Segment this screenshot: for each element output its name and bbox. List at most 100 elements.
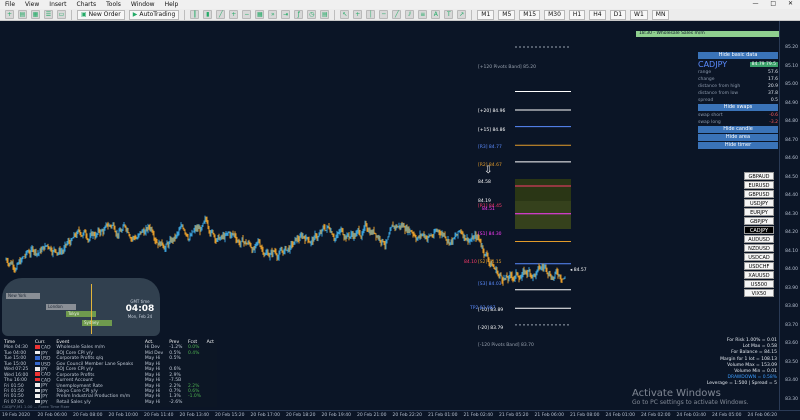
price-tick-label: 83.90	[785, 285, 798, 291]
cursor-icon[interactable]: ↖	[340, 10, 350, 19]
stat-value: 37.8	[767, 91, 778, 96]
bar-chart-icon[interactable]: ┃	[190, 10, 200, 19]
timeframe-mn[interactable]: MN	[651, 9, 670, 20]
pair-button-usdchf[interactable]: USDCHF	[744, 262, 774, 270]
calendar-cell-text: Corporate Profits	[56, 372, 95, 378]
pivot-level-label: [R3] 84.77	[478, 144, 502, 150]
timeframe-w1[interactable]: W1	[630, 9, 648, 20]
line-chart-icon[interactable]: ╱	[216, 10, 226, 19]
price-tick-label: 84.40	[785, 193, 798, 199]
time-scale[interactable]: 19 Feb 2020 20 Feb 06:00 20 Feb 08:00 20 Fe…	[0, 410, 800, 420]
target-zone-lower	[515, 201, 571, 229]
timeframe-m5[interactable]: M5	[498, 9, 516, 20]
toolbar-separator	[71, 9, 72, 20]
time-tick-label: 21 Feb 06:00	[534, 413, 565, 418]
calendar-cell-text: Current Account	[56, 378, 93, 384]
pair-button-usdcad[interactable]: USDCAD	[744, 253, 774, 261]
price-tick-label: 84.60	[785, 156, 798, 162]
menu-insert[interactable]: Insert	[44, 0, 71, 9]
timeframe-h4[interactable]: H4	[589, 9, 606, 20]
hide-candle-button[interactable]: Hide candle	[698, 126, 778, 133]
calendar-cell	[186, 400, 205, 405]
pair-button-eurjpy[interactable]: EURJPY	[744, 208, 774, 216]
price-tick-label: 85.10	[785, 63, 798, 69]
timeframe-m30[interactable]: M30	[544, 9, 565, 20]
timeframe-m1[interactable]: M1	[477, 9, 495, 20]
pair-button-xauusd[interactable]: XAUUSD	[744, 271, 774, 279]
timeframe-d1[interactable]: D1	[609, 9, 627, 20]
pair-button-nzdusd[interactable]: NZDUSD	[744, 244, 774, 252]
tile-windows-icon[interactable]: ▦	[255, 10, 265, 19]
hide-timer-button[interactable]: Hide timer	[698, 142, 778, 149]
menu-view[interactable]: View	[20, 0, 44, 9]
autotrading-icon: ▶	[132, 10, 138, 18]
pair-button-gbpjpy[interactable]: GBPJPY	[744, 217, 774, 225]
horizontal-line-icon[interactable]: ─	[379, 10, 389, 19]
price-tick-label: 84.50	[785, 174, 798, 180]
menu-charts[interactable]: Charts	[72, 0, 102, 9]
pair-button-gbpaud[interactable]: GBPAUD	[744, 172, 774, 180]
profiles-icon[interactable]: ▤	[18, 10, 27, 19]
new-order-button[interactable]: ▣ New Order	[77, 9, 125, 20]
chart-shift-icon[interactable]: ⇥	[281, 10, 291, 19]
menu-help[interactable]: Help	[160, 0, 184, 9]
hide-swaps-button[interactable]: Hide swaps	[698, 104, 778, 111]
pair-button-audusd[interactable]: AUDUSD	[744, 235, 774, 243]
autotrading-button[interactable]: ▶ AutoTrading	[128, 9, 180, 20]
terminal-icon[interactable]: ▭	[57, 10, 66, 19]
calendar-cell-text: Prelim Industrial Production m/m	[56, 394, 131, 400]
time-tick-label: 24 Feb 02:00	[641, 413, 671, 418]
indicators-icon[interactable]: ƒ	[294, 10, 304, 19]
time-tick-label: 20 Feb 21:00	[357, 413, 387, 418]
calendar-cell-text: JPY	[40, 383, 48, 389]
swap-value: -0.6	[769, 113, 778, 118]
window-controls[interactable]: — □ ✕	[752, 0, 798, 7]
calendar-cell-text: May Hi	[144, 367, 161, 373]
arrow-tool-icon[interactable]: ↗	[457, 10, 467, 19]
news-banner: 18:30 - Wholesale Sales m/m	[636, 31, 779, 37]
pair-button-usdjpy[interactable]: USDJPY	[744, 199, 774, 207]
trendline-icon[interactable]: ╱	[392, 10, 402, 19]
pair-button-us500[interactable]: US500	[744, 280, 774, 288]
calendar-cell-text: May Hi	[144, 356, 161, 362]
text-tool-icon[interactable]: A	[431, 10, 441, 19]
pivot-level-label: [-20] 83.79	[478, 326, 504, 332]
autoscroll-icon[interactable]: »	[268, 10, 278, 19]
calendar-cell-text: -1.2%	[169, 345, 183, 351]
timeframe-m15[interactable]: M15	[519, 9, 541, 20]
pair-button-vix50[interactable]: VIX50	[744, 289, 774, 297]
pair-button-cadjpy[interactable]: CADJPY	[744, 226, 774, 234]
zoom-out-icon[interactable]: −	[242, 10, 252, 19]
tp2-label: TP2 83.987	[470, 306, 496, 311]
vertical-line-icon[interactable]: │	[366, 10, 376, 19]
navigator-icon[interactable]: ☰	[44, 10, 53, 19]
fibonacci-icon[interactable]: ≡	[418, 10, 428, 19]
menu-file[interactable]: File	[0, 0, 20, 9]
level-small-label: 84.10	[464, 260, 477, 265]
menu-tools[interactable]: Tools	[101, 0, 126, 9]
zoom-in-icon[interactable]: +	[229, 10, 239, 19]
menu-window[interactable]: Window	[126, 0, 160, 9]
periods-icon[interactable]: ◷	[307, 10, 317, 19]
currency-flag-icon	[34, 377, 40, 382]
label-tool-icon[interactable]: T	[444, 10, 454, 19]
gmt-clock: GMT time 04:08 Mon, Feb 24	[120, 299, 160, 319]
templates-icon[interactable]: ▤	[320, 10, 330, 19]
calendar-cell-text: Gov Council Member Lane Speaks	[56, 361, 134, 367]
candlestick-icon[interactable]: ▮	[203, 10, 213, 19]
timeframe-h1[interactable]: H1	[568, 9, 586, 20]
session-london: London	[46, 304, 76, 310]
level-small-label: 84.51	[482, 207, 495, 212]
channel-icon[interactable]: ⫽	[405, 10, 415, 19]
currency-flag-icon	[34, 361, 40, 366]
price-scale[interactable]: 85.20 85.10 85.00 84.90 84.80 84.70 84.60 84.50…	[779, 21, 800, 410]
crosshair-icon[interactable]: +	[353, 10, 363, 19]
stat-row: change 17.6	[698, 76, 778, 83]
pair-button-gbpusd[interactable]: GBPUSD	[744, 190, 774, 198]
hide-basic-data-button[interactable]: Hide basic data	[698, 52, 778, 59]
market-watch-icon[interactable]: ▦	[31, 10, 40, 19]
pair-button-eurusd[interactable]: EURUSD	[744, 181, 774, 189]
activate-windows-watermark: Activate Windows Go to PC settings to ac…	[632, 388, 749, 406]
hide-area-button[interactable]: Hide area	[698, 134, 778, 141]
new-chart-icon[interactable]: +	[5, 10, 14, 19]
